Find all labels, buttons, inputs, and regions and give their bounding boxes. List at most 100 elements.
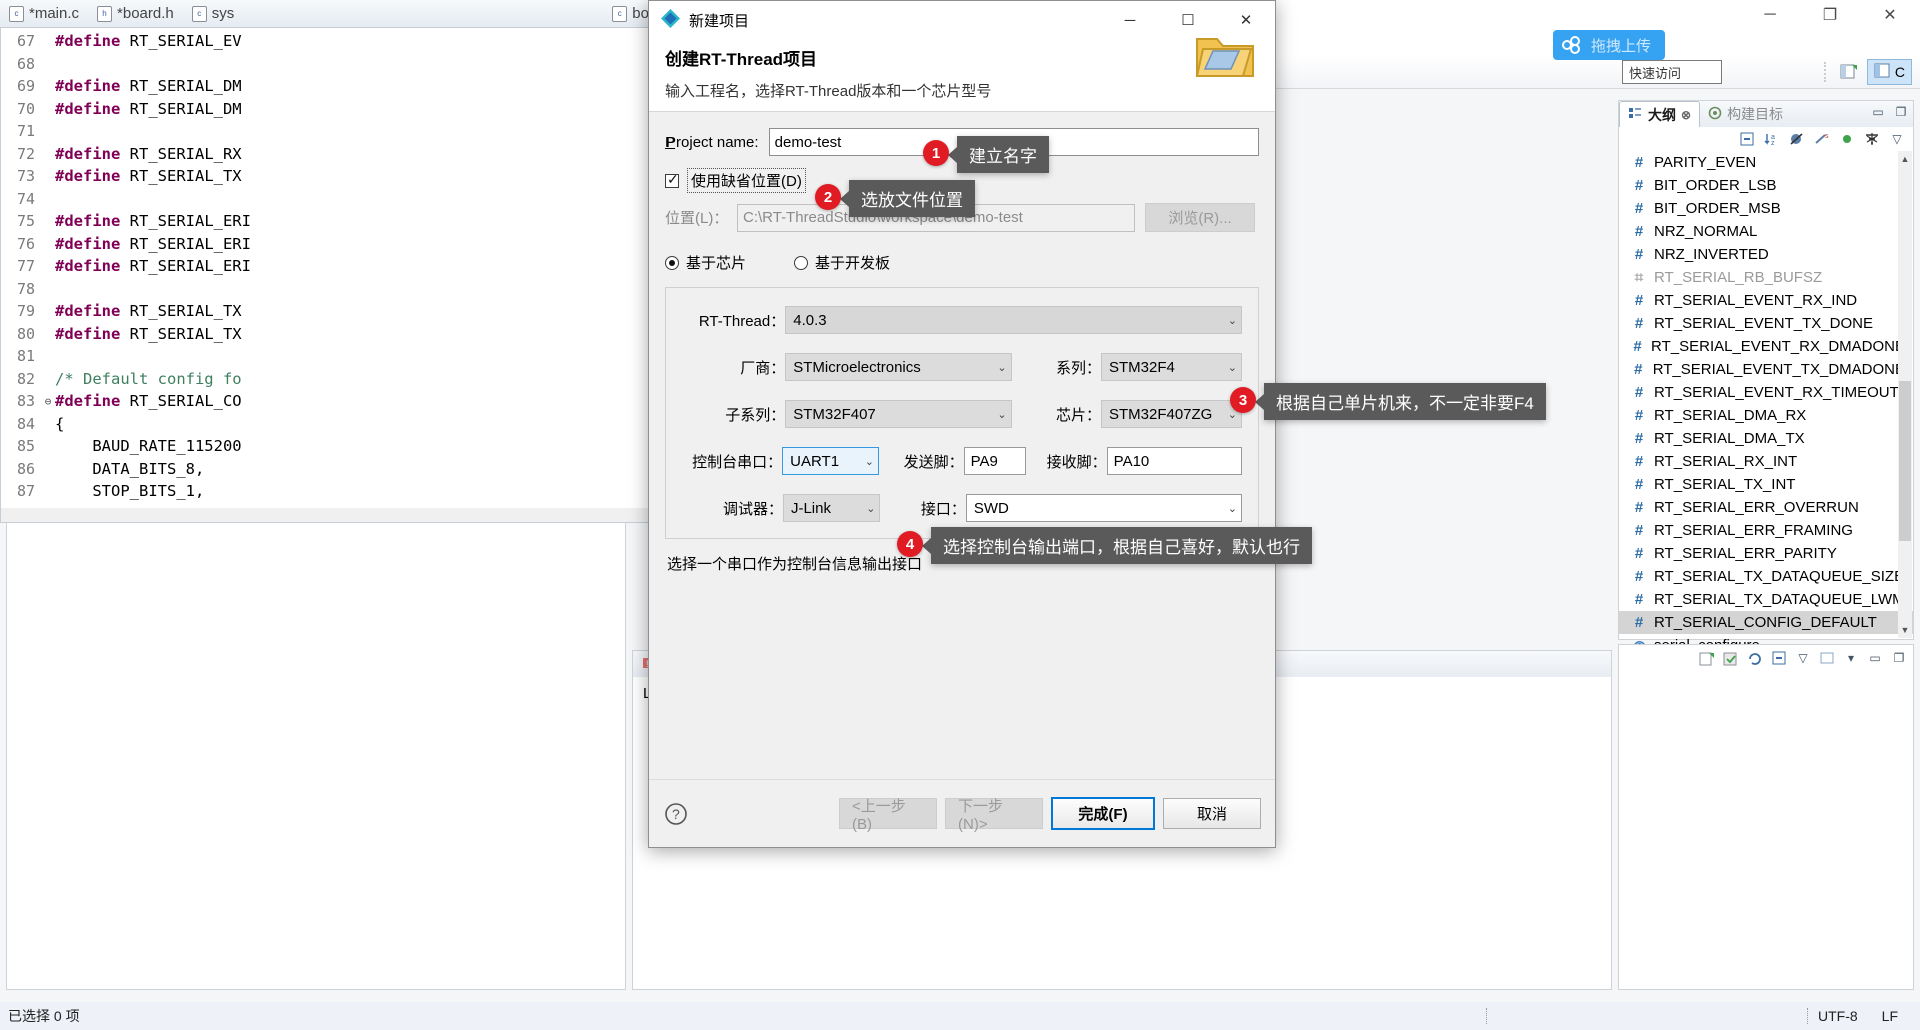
outline-item[interactable]: # BIT_ORDER_LSB bbox=[1619, 174, 1913, 197]
series-select[interactable]: STM32F4 ⌄ bbox=[1100, 353, 1243, 381]
default-location-checkbox[interactable] bbox=[665, 171, 679, 188]
editor-tab-board-h[interactable]: h *board.h bbox=[88, 0, 183, 27]
radio-based-on-board[interactable] bbox=[794, 255, 809, 270]
outline-item[interactable]: ⌗ RT_SERIAL_RB_BUFSZ bbox=[1619, 266, 1913, 289]
collapse-all-icon[interactable] bbox=[1739, 131, 1755, 147]
perspective-bar: C bbox=[1819, 58, 1912, 86]
outline-scrollbar[interactable]: ▲ ▼ bbox=[1898, 151, 1912, 638]
new-perspective-icon[interactable] bbox=[1835, 59, 1863, 85]
vendor-select[interactable]: STMicroelectronics ⌄ bbox=[785, 353, 1012, 381]
console-uart-select[interactable]: UART1 ⌄ bbox=[782, 447, 879, 475]
outline-item[interactable]: # BIT_ORDER_MSB bbox=[1619, 197, 1913, 220]
finish-button[interactable]: 完成(F) bbox=[1051, 797, 1155, 830]
sort-az-icon[interactable]: az bbox=[1764, 131, 1780, 147]
build-icon[interactable] bbox=[1723, 650, 1739, 666]
minimize-icon[interactable]: ▭ bbox=[1870, 104, 1886, 120]
rx-pin-label: 接收脚： bbox=[1046, 453, 1107, 471]
outline-item[interactable]: # RT_SERIAL_EVENT_TX_DONE bbox=[1619, 312, 1913, 335]
outline-item[interactable]: # RT_SERIAL_EVENT_RX_TIMEOUT bbox=[1619, 381, 1913, 404]
radio-based-on-chip[interactable] bbox=[665, 255, 679, 270]
outline-item[interactable]: # RT_SERIAL_TX_DATAQUEUE_LWM bbox=[1619, 588, 1913, 611]
hide-nonpublic-icon[interactable] bbox=[1839, 131, 1855, 147]
tab-outline[interactable]: 大纲 ⊗ bbox=[1619, 101, 1701, 127]
rx-pin-input[interactable]: PA10 bbox=[1106, 447, 1242, 475]
close-icon[interactable]: ✕ bbox=[1860, 0, 1920, 30]
svg-text:?: ? bbox=[672, 806, 680, 822]
macro-hash-icon: # bbox=[1634, 522, 1644, 539]
cancel-button[interactable]: 取消 bbox=[1163, 798, 1261, 829]
subseries-label: 子系列： bbox=[725, 406, 786, 424]
radio-based-on-chip-label[interactable]: 基于芯片 bbox=[686, 252, 746, 273]
rebuild-icon[interactable] bbox=[1747, 650, 1763, 666]
default-location-label[interactable]: 使用缺省位置(D) bbox=[687, 168, 806, 193]
debugger-select[interactable]: J-Link ⌄ bbox=[782, 494, 881, 522]
perspective-c-button[interactable]: C bbox=[1866, 59, 1912, 85]
line-number: 72 bbox=[16, 144, 35, 163]
outline-item-label: NRZ_NORMAL bbox=[1654, 223, 1758, 240]
maximize-icon[interactable]: ❐ bbox=[1893, 104, 1909, 120]
interface-select[interactable]: SWD ⌄ bbox=[965, 494, 1242, 522]
view-menu-icon[interactable]: ▽ bbox=[1889, 131, 1905, 147]
outline-item[interactable]: # RT_SERIAL_TX_DATAQUEUE_SIZE bbox=[1619, 565, 1913, 588]
quick-access-field[interactable]: 快速访问 bbox=[1622, 60, 1722, 84]
outline-item[interactable]: # NRZ_INVERTED bbox=[1619, 243, 1913, 266]
chevron-down-icon: ⌄ bbox=[1227, 361, 1238, 374]
minimize-icon[interactable]: ▭ bbox=[1867, 650, 1883, 666]
outline-item[interactable]: # PARITY_EVEN bbox=[1619, 151, 1913, 174]
outline-item-label: RT_SERIAL_DMA_TX bbox=[1654, 430, 1805, 447]
macro-hash-icon: # bbox=[1634, 200, 1644, 217]
chip-select[interactable]: STM32F407ZG ⌄ bbox=[1100, 400, 1243, 428]
outline-item[interactable]: # RT_SERIAL_CONFIG_DEFAULT bbox=[1619, 611, 1913, 634]
help-question-icon[interactable]: ? bbox=[663, 801, 689, 827]
tx-pin-value: PA9 bbox=[970, 452, 998, 470]
macro-hash-icon: # bbox=[1634, 223, 1644, 240]
fold-marker-icon[interactable]: ⊖ bbox=[41, 395, 55, 408]
rtthread-version-select[interactable]: 4.0.3 ⌄ bbox=[785, 306, 1242, 334]
outline-item[interactable]: # RT_SERIAL_DMA_RX bbox=[1619, 404, 1913, 427]
open-folder-icon bbox=[1193, 25, 1257, 81]
line-number: 78 bbox=[16, 279, 35, 298]
outline-item[interactable]: # RT_SERIAL_ERR_FRAMING bbox=[1619, 519, 1913, 542]
macro-hash-icon: # bbox=[1634, 614, 1644, 631]
c-perspective-icon bbox=[1874, 63, 1891, 82]
outline-item[interactable]: # RT_SERIAL_TX_INT bbox=[1619, 473, 1913, 496]
close-icon[interactable]: ⊗ bbox=[1681, 108, 1691, 122]
tx-pin-input[interactable]: PA9 bbox=[963, 447, 1026, 475]
filter-icon[interactable] bbox=[1864, 131, 1880, 147]
editor-tab-sys[interactable]: c sys bbox=[183, 0, 244, 27]
outline-item[interactable]: # RT_SERIAL_ERR_OVERRUN bbox=[1619, 496, 1913, 519]
outline-item-label: RT_SERIAL_EVENT_TX_DMADONE bbox=[1652, 361, 1905, 378]
link-icon[interactable] bbox=[1819, 650, 1835, 666]
maximize-icon[interactable]: ❐ bbox=[1891, 650, 1907, 666]
chevron-down-icon[interactable]: ▾ bbox=[1843, 650, 1859, 666]
outline-item[interactable]: # RT_SERIAL_EVENT_TX_DMADONE bbox=[1619, 358, 1913, 381]
outline-item[interactable]: # RT_SERIAL_RX_INT bbox=[1619, 450, 1913, 473]
hide-fields-icon[interactable] bbox=[1789, 131, 1805, 147]
outline-item-label: RT_SERIAL_EVENT_RX_DMADONE bbox=[1651, 338, 1905, 355]
outline-item[interactable]: # RT_SERIAL_ERR_PARITY bbox=[1619, 542, 1913, 565]
outline-item-label: NRZ_INVERTED bbox=[1654, 246, 1769, 263]
radio-based-on-board-label[interactable]: 基于开发板 bbox=[815, 252, 890, 273]
view-menu-icon[interactable]: ▽ bbox=[1795, 650, 1811, 666]
dialog-heading: 创建RT-Thread项目 bbox=[665, 50, 818, 69]
maximize-icon[interactable]: ❐ bbox=[1800, 0, 1860, 30]
hide-static-icon[interactable]: s bbox=[1814, 131, 1830, 147]
status-bar: 已选择 0 项 UTF-8 LF bbox=[0, 1002, 1920, 1030]
upload-pill-button[interactable]: 拖拽上传 bbox=[1552, 30, 1665, 60]
line-number: 77 bbox=[16, 257, 35, 276]
new-build-target-icon[interactable] bbox=[1699, 650, 1715, 666]
callout-badge-4: 4 bbox=[897, 531, 923, 557]
outline-item[interactable]: # RT_SERIAL_DMA_TX bbox=[1619, 427, 1913, 450]
subseries-select[interactable]: STM32F407 ⌄ bbox=[785, 400, 1012, 428]
outline-item[interactable]: # RT_SERIAL_EVENT_RX_DMADONE bbox=[1619, 335, 1913, 358]
outline-item[interactable]: # RT_SERIAL_EVENT_RX_IND bbox=[1619, 289, 1913, 312]
dialog-body: PProject name: demo-test 使用缺省位置(D) 位置(L)… bbox=[649, 112, 1275, 539]
editor-tab-main-c[interactable]: c *main.c bbox=[0, 0, 88, 27]
minimize-icon[interactable]: ─ bbox=[1740, 0, 1800, 30]
minimize-icon[interactable]: ─ bbox=[1101, 1, 1159, 39]
tab-build-targets[interactable]: 构建目标 bbox=[1700, 101, 1791, 127]
code-text: #define RT_SERIAL_ERI bbox=[55, 234, 251, 253]
macro-hash-icon: # bbox=[1634, 568, 1644, 585]
collapse-all-icon[interactable] bbox=[1771, 650, 1787, 666]
outline-item[interactable]: # NRZ_NORMAL bbox=[1619, 220, 1913, 243]
